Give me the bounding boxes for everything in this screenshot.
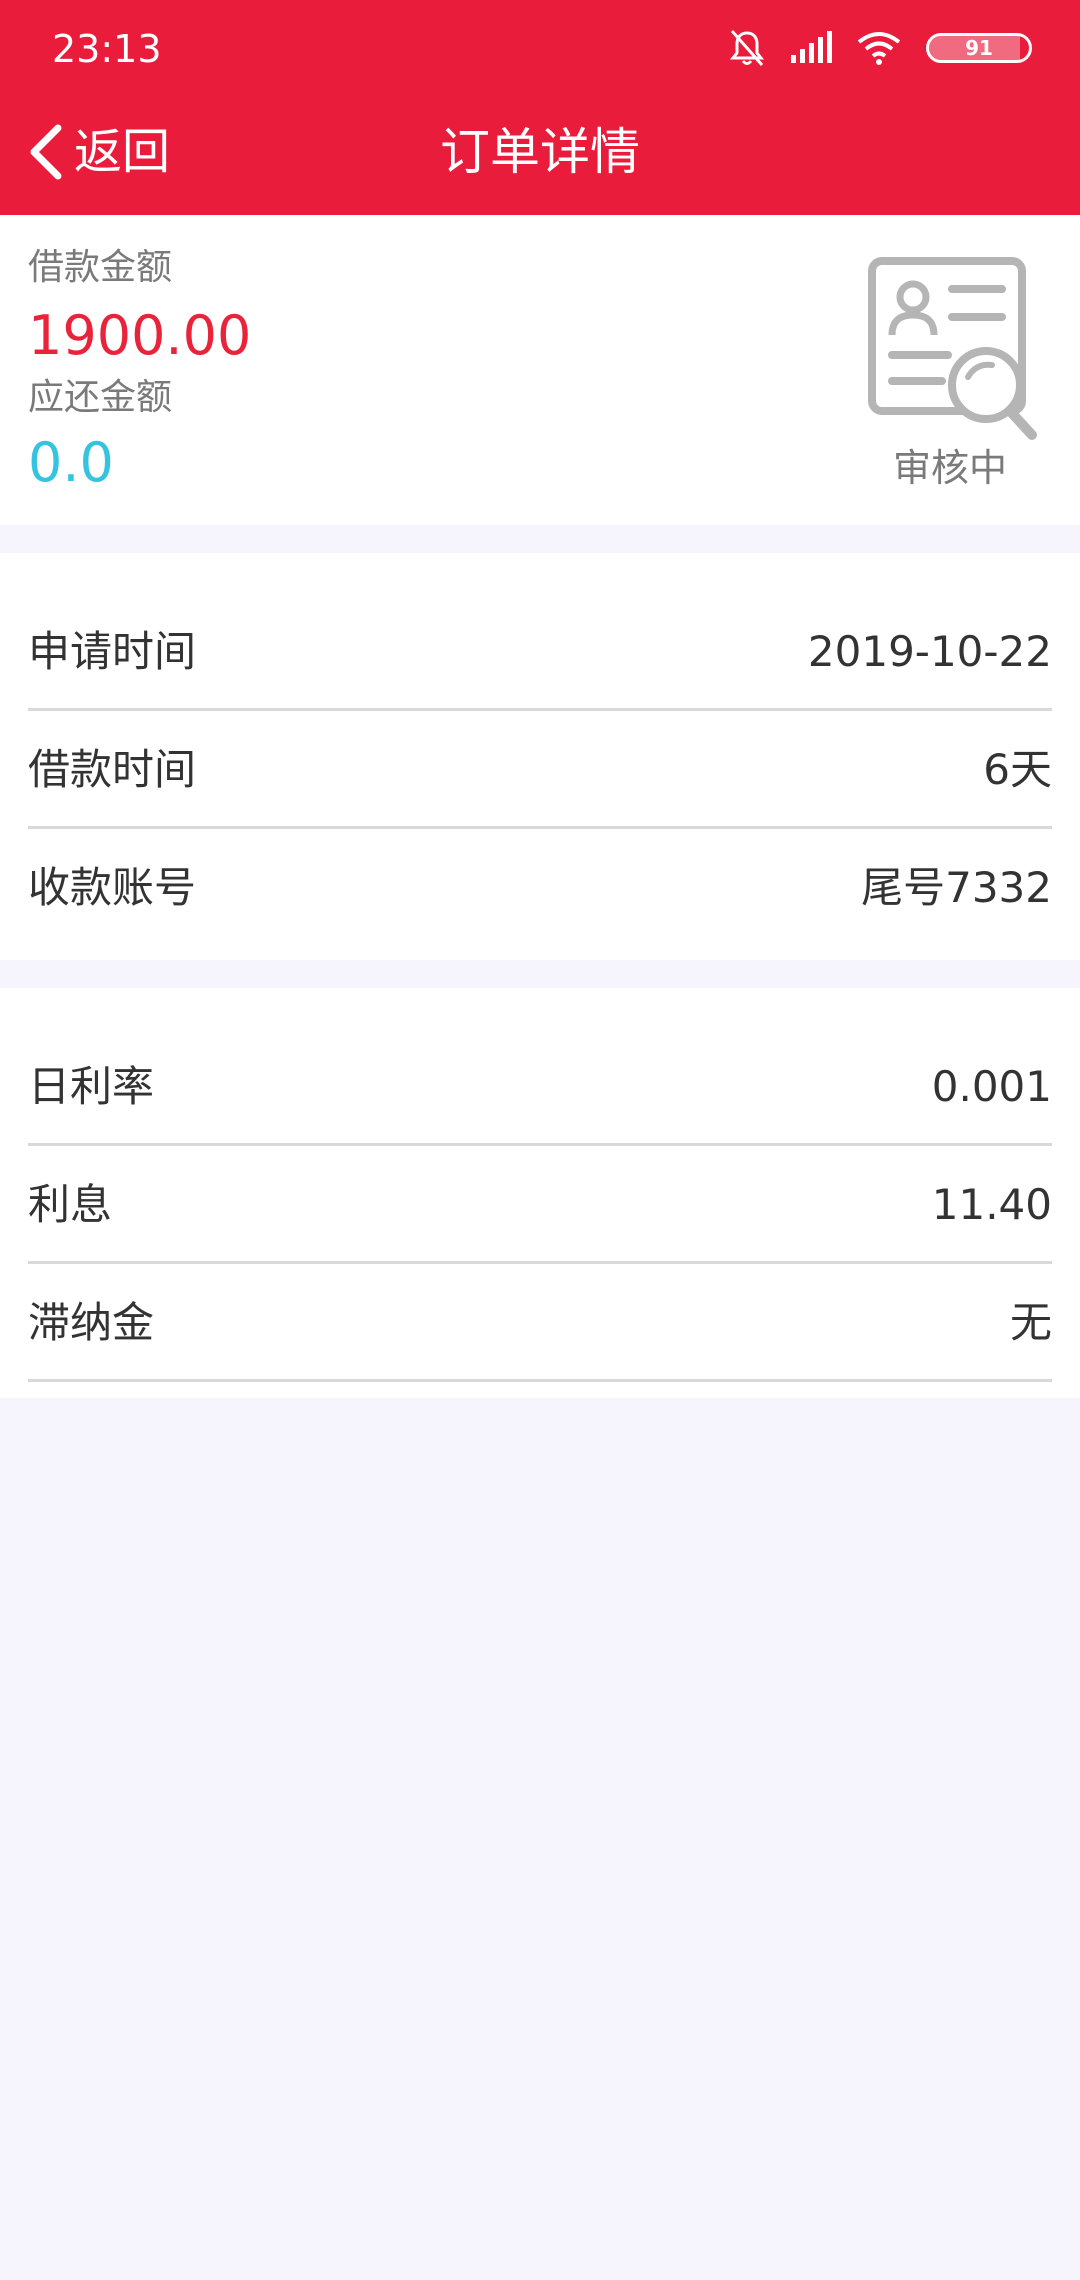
signal-icon — [791, 31, 832, 63]
wifi-icon — [857, 32, 901, 65]
detail-value: 尾号7332 — [861, 863, 1052, 912]
detail-value: 11.40 — [931, 1180, 1052, 1229]
repay-amount-label: 应还金额 — [28, 377, 173, 418]
detail-label: 日利率 — [28, 1062, 155, 1111]
detail-row-interest: 利息 11.40 — [28, 1146, 1052, 1264]
order-details-section: 申请时间 2019-10-22 借款时间 6天 收款账号 尾号7332 — [0, 553, 1080, 960]
detail-row-late-fee: 滞纳金 无 — [28, 1264, 1052, 1382]
status-icons: 91 — [728, 22, 1032, 74]
detail-value: 0.001 — [931, 1062, 1052, 1111]
loan-amount-label: 借款金额 — [28, 247, 173, 288]
summary-card: 借款金额 1900.00 应还金额 0.0 审核中 — [0, 215, 1080, 525]
loan-amount-value: 1900.00 — [28, 304, 252, 367]
battery-level: 91 — [965, 36, 993, 60]
detail-row-loan-term: 借款时间 6天 — [28, 711, 1052, 829]
detail-row-account: 收款账号 尾号7332 — [28, 829, 1052, 947]
detail-label: 收款账号 — [28, 863, 197, 912]
detail-label: 滞纳金 — [28, 1298, 155, 1347]
app-header: 23:13 91 返回 订单详情 — [0, 0, 1080, 215]
detail-value: 2019-10-22 — [807, 627, 1052, 676]
detail-value: 无 — [1009, 1298, 1052, 1347]
detail-label: 利息 — [28, 1180, 113, 1229]
detail-label: 申请时间 — [28, 627, 197, 676]
detail-row-apply-time: 申请时间 2019-10-22 — [28, 593, 1052, 711]
review-status: 审核中 — [892, 446, 1007, 490]
detail-label: 借款时间 — [28, 745, 197, 794]
bell-off-icon — [729, 30, 765, 66]
page-title: 订单详情 — [440, 123, 640, 181]
detail-row-daily-rate: 日利率 0.001 — [28, 1028, 1052, 1146]
document-search-icon — [868, 257, 1037, 440]
status-time: 23:13 — [52, 27, 162, 71]
fee-details-section: 日利率 0.001 利息 11.40 滞纳金 无 — [0, 988, 1080, 1398]
repay-amount-value: 0.0 — [28, 431, 114, 494]
detail-value: 6天 — [983, 745, 1052, 794]
battery-icon: 91 — [926, 33, 1032, 63]
